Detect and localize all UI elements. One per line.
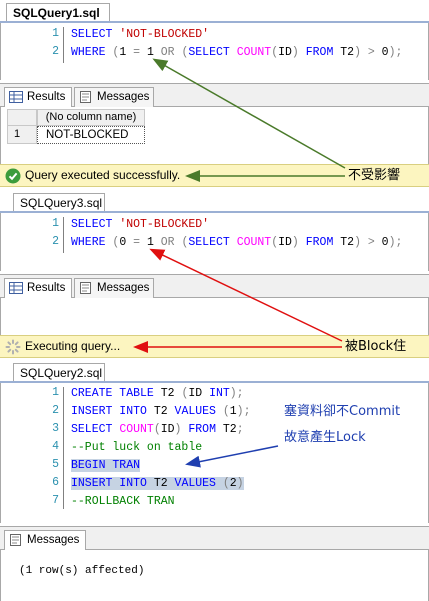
annotation-arrows: [133, 58, 346, 468]
green-arrow-to-editor: [152, 58, 346, 169]
red-arrow-to-editor: [149, 248, 343, 342]
blue-arrow-to-code: [185, 445, 279, 468]
